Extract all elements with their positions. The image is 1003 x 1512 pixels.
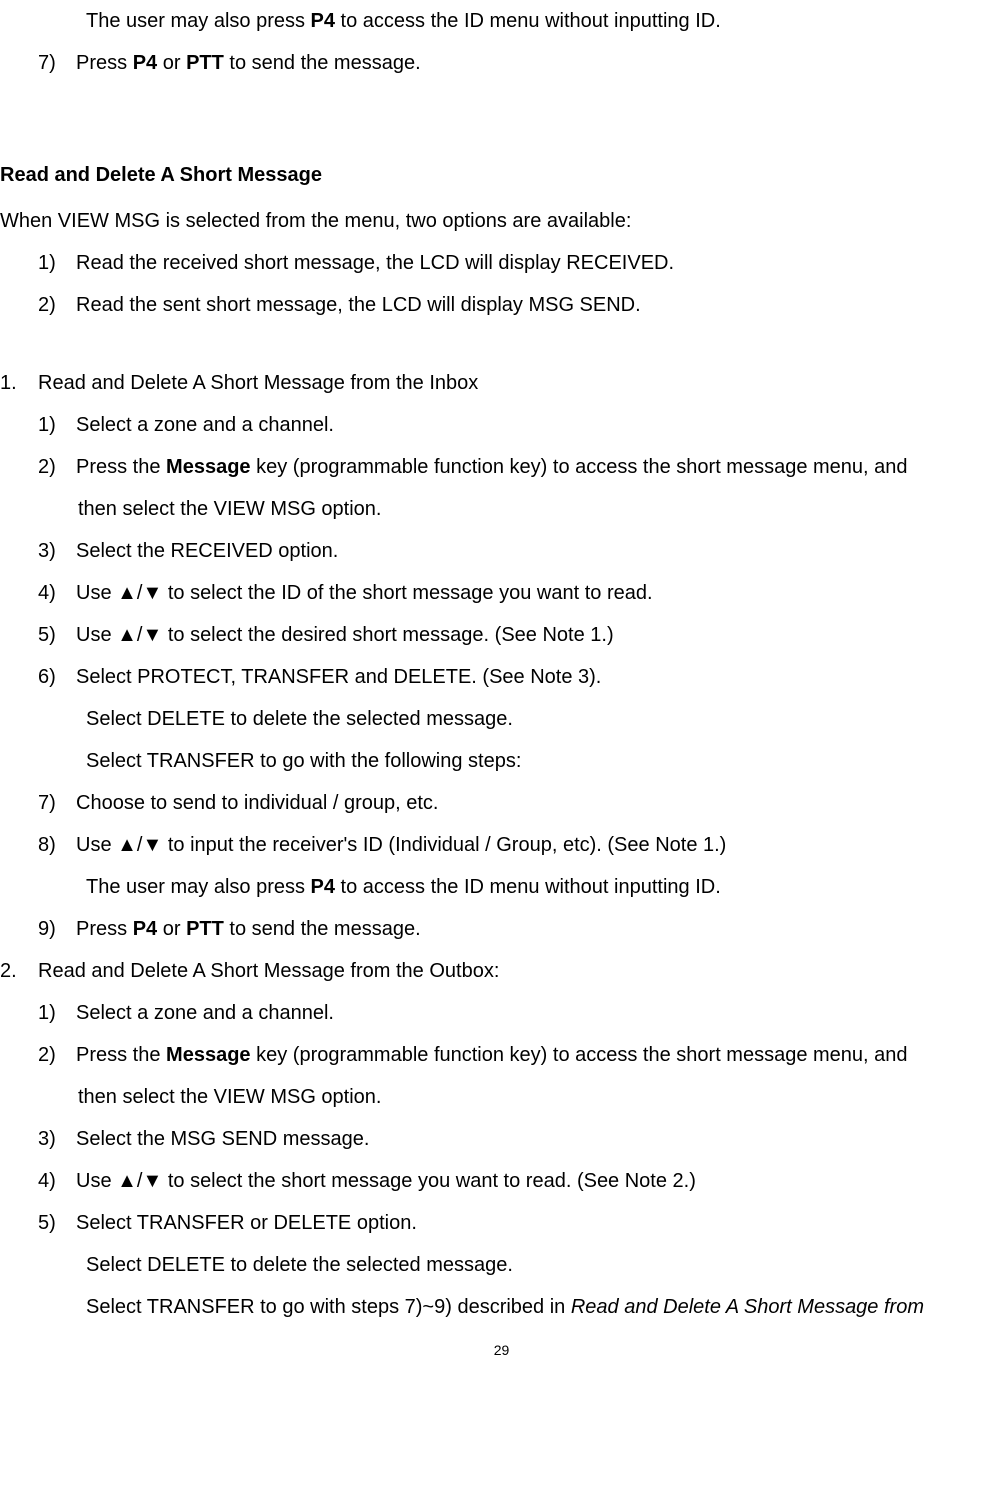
text: Press the [76,1044,166,1066]
key-name: P4 [133,918,157,940]
paragraph: When VIEW MSG is selected from the menu,… [0,200,1003,242]
text: key (programmable function key) to acces… [251,1044,908,1066]
sub-step: Select DELETE to delete the selected mes… [86,698,1003,740]
section-heading: Read and Delete A Short Message [0,154,1003,196]
step-item: 7)Press P4 or PTT to send the message. [38,42,1003,84]
step-item: 3)Select the MSG SEND message. [38,1118,1003,1160]
step-item: 1)Select a zone and a channel. [38,992,1003,1034]
text: Select the MSG SEND message. [76,1128,369,1150]
step-number: 2) [38,1034,76,1076]
step-number: 7) [38,42,76,84]
text: key (programmable function key) to acces… [251,456,908,478]
text: Use ▲/▼ to input the receiver's ID (Indi… [76,834,726,856]
step-item: 2)Press the Message key (programmable fu… [38,1034,1003,1076]
step-item: 2)Press the Message key (programmable fu… [38,446,1003,488]
step-number: 1) [38,992,76,1034]
text: to access the ID menu without inputting … [335,876,721,898]
step-number: 7) [38,782,76,824]
text: to send the message. [224,918,421,940]
key-name: P4 [311,10,335,32]
text: to send the message. [224,52,421,74]
text: Select PROTECT, TRANSFER and DELETE. (Se… [76,666,601,688]
step-item: 4)Use ▲/▼ to select the ID of the short … [38,572,1003,614]
text: or [157,52,186,74]
step-item: 4)Use ▲/▼ to select the short message yo… [38,1160,1003,1202]
list-item: 2)Read the sent short message, the LCD w… [38,284,1003,326]
section-number: 2. [0,950,38,992]
page-number: 29 [0,1336,1003,1365]
step-item: 7)Choose to send to individual / group, … [38,782,1003,824]
text: Read the received short message, the LCD… [76,252,674,274]
key-name: PTT [186,918,224,940]
step-number: 2) [38,446,76,488]
key-name: Message [166,1044,251,1066]
sub-step: The user may also press P4 to access the… [86,866,1003,908]
continuation-line: The user may also press P4 to access the… [86,0,1003,42]
item-number: 1) [38,242,76,284]
key-name: Message [166,456,251,478]
step-number: 9) [38,908,76,950]
step-number: 3) [38,530,76,572]
step-number: 5) [38,1202,76,1244]
spacer [0,326,1003,362]
text: Read the sent short message, the LCD wil… [76,294,641,316]
text: The user may also press [86,10,311,32]
text: Press the [76,456,166,478]
list-item: 1)Read the received short message, the L… [38,242,1003,284]
step-item: 6)Select PROTECT, TRANSFER and DELETE. (… [38,656,1003,698]
sub-step: Select TRANSFER to go with steps 7)~9) d… [86,1286,1003,1328]
step-item: 8)Use ▲/▼ to input the receiver's ID (In… [38,824,1003,866]
text: Use ▲/▼ to select the ID of the short me… [76,582,653,604]
step-number: 1) [38,404,76,446]
step-item: 5)Use ▲/▼ to select the desired short me… [38,614,1003,656]
numbered-section: 1.Read and Delete A Short Message from t… [0,362,1003,404]
sub-step: Select TRANSFER to go with the following… [86,740,1003,782]
key-name: PTT [186,52,224,74]
text: Choose to send to individual / group, et… [76,792,438,814]
text: Select TRANSFER to go with steps 7)~9) d… [86,1296,571,1318]
text: Select TRANSFER or DELETE option. [76,1212,417,1234]
document-page: The user may also press P4 to access the… [0,0,1003,1385]
section-number: 1. [0,362,38,404]
text: Use ▲/▼ to select the short message you … [76,1170,696,1192]
section-title: Read and Delete A Short Message from the… [38,372,478,394]
key-name: P4 [133,52,157,74]
text: Press [76,918,133,940]
step-number: 3) [38,1118,76,1160]
text: Select a zone and a channel. [76,1002,334,1024]
step-item: 3)Select the RECEIVED option. [38,530,1003,572]
item-number: 2) [38,284,76,326]
text: Press [76,52,133,74]
numbered-section: 2.Read and Delete A Short Message from t… [0,950,1003,992]
reference-title: Read and Delete A Short Message from [571,1296,924,1318]
step-item: 1)Select a zone and a channel. [38,404,1003,446]
step-item: 5)Select TRANSFER or DELETE option. [38,1202,1003,1244]
step-number: 5) [38,614,76,656]
step-number: 4) [38,1160,76,1202]
continuation-line: then select the VIEW MSG option. [78,1076,1003,1118]
step-item: 9)Press P4 or PTT to send the message. [38,908,1003,950]
key-name: P4 [311,876,335,898]
step-number: 8) [38,824,76,866]
sub-step: Select DELETE to delete the selected mes… [86,1244,1003,1286]
text: to access the ID menu without inputting … [335,10,721,32]
text: The user may also press [86,876,311,898]
step-number: 6) [38,656,76,698]
step-number: 4) [38,572,76,614]
continuation-line: then select the VIEW MSG option. [78,488,1003,530]
text: Select the RECEIVED option. [76,540,338,562]
text: Select a zone and a channel. [76,414,334,436]
text: or [157,918,186,940]
text: Use ▲/▼ to select the desired short mess… [76,624,614,646]
section-title: Read and Delete A Short Message from the… [38,960,499,982]
